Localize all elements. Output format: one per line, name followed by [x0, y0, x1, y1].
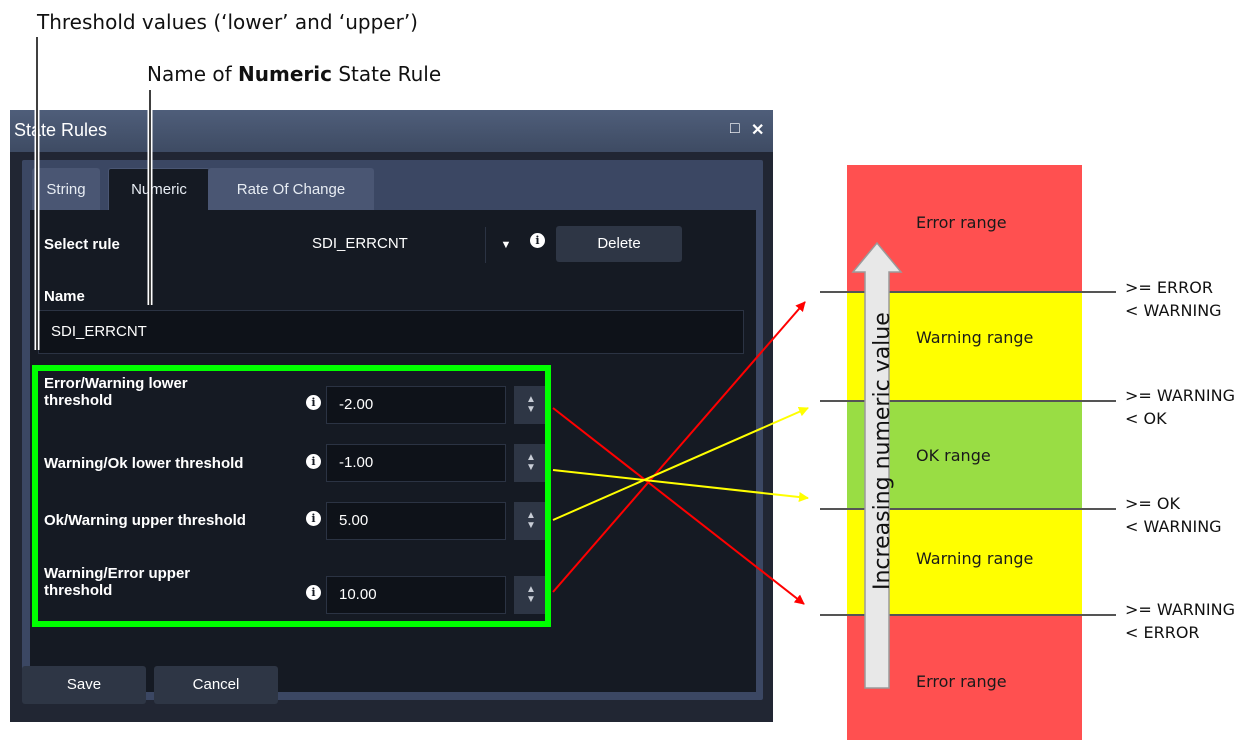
- error-lower-arrow: [552, 407, 805, 605]
- warning-lower-arrow: [552, 469, 809, 502]
- axis-label-text: Increasing numeric value: [870, 312, 895, 590]
- warning-upper-arrow: [552, 407, 809, 521]
- error-upper-arrow: [552, 301, 806, 593]
- annotation-overlay: [34, 37, 903, 689]
